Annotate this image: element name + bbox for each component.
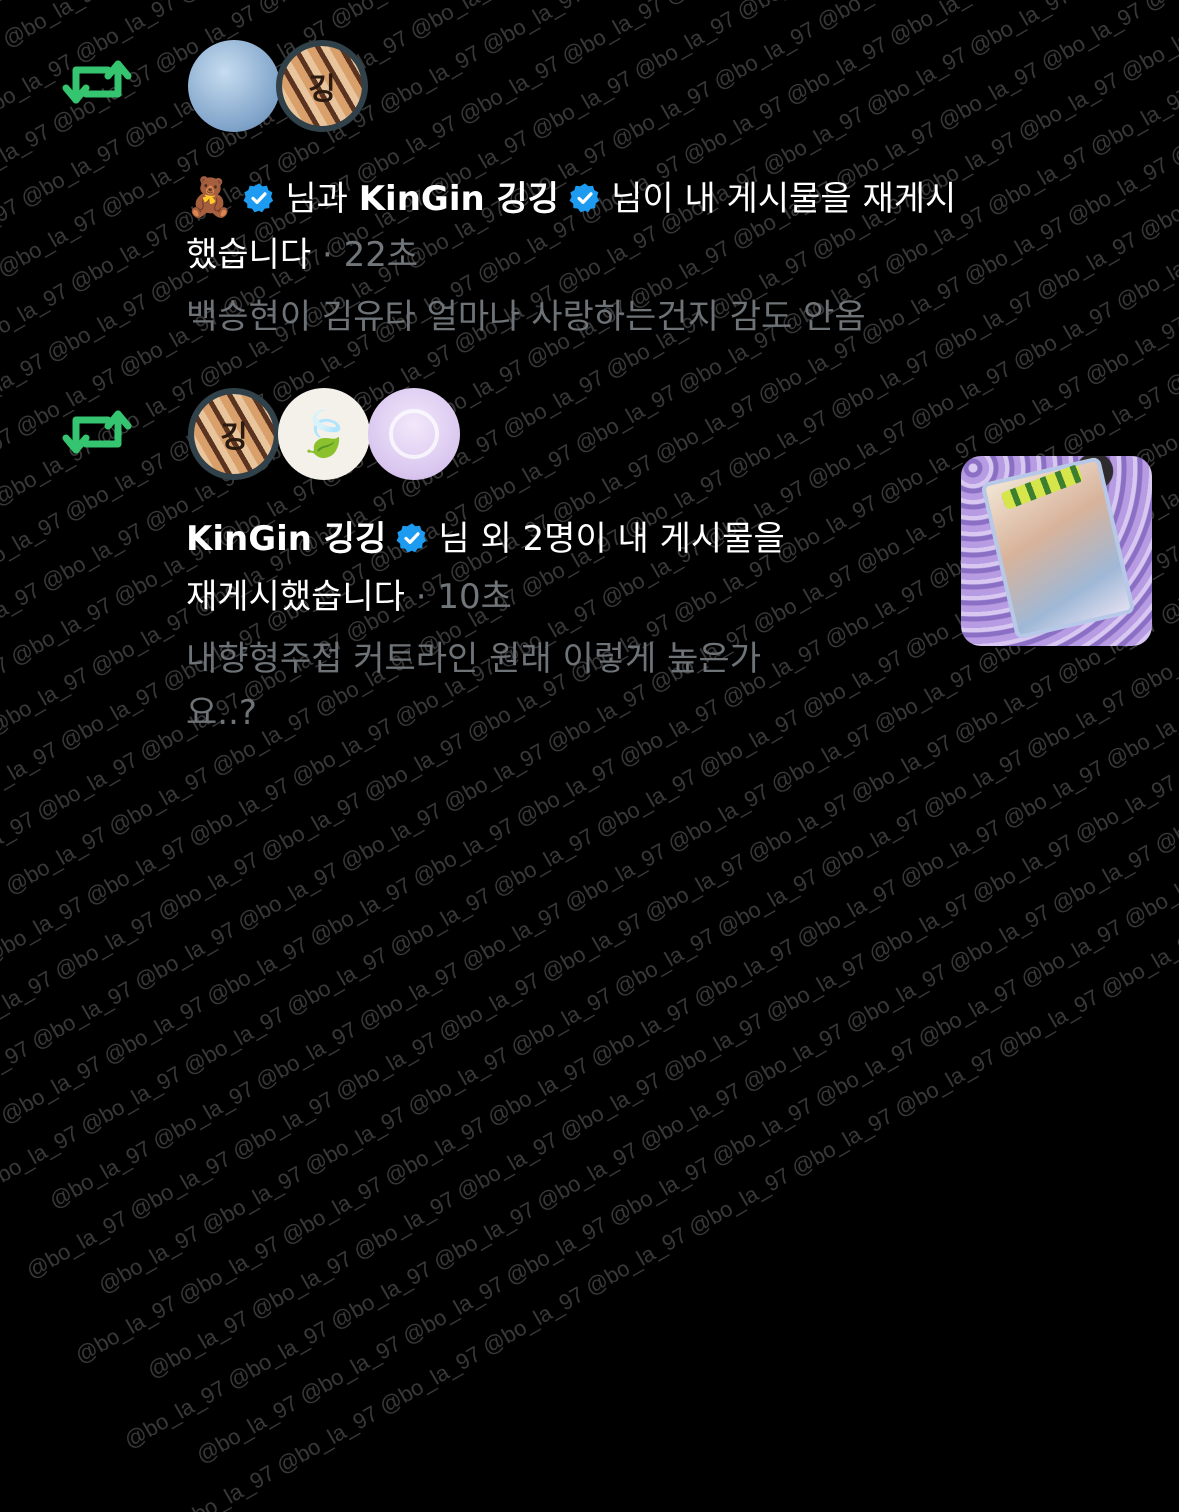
action-text: 님이 내 게시물을 재게시 <box>611 179 957 219</box>
timestamp: 10초 <box>437 577 512 617</box>
tiger-avatar-glyph: 깅 <box>194 394 274 474</box>
default-avatar-icon <box>389 409 439 459</box>
tea-leaf-icon: 🍃 <box>296 409 352 460</box>
notification-text-line2: 했습니다 · 22초 <box>186 232 418 278</box>
headband-detail <box>1000 463 1084 511</box>
timestamp: 22초 <box>343 235 419 275</box>
actor-name[interactable]: KinGin 깅깅 <box>186 519 386 559</box>
avatar[interactable] <box>188 40 280 132</box>
action-text-cont: 했습니다 <box>186 235 312 275</box>
verified-badge-icon <box>243 183 274 213</box>
repost-icon <box>62 60 132 104</box>
avatar[interactable]: 깅 <box>276 40 368 132</box>
action-text-cont: 재게시했습니다 <box>186 577 405 617</box>
separator-dot: · <box>321 235 333 275</box>
connector-text: 님과 <box>285 179 348 219</box>
post-preview-text-line1: 내향형주접 커트라인 원래 이렇게 높은가 <box>186 639 761 679</box>
action-text: 님 외 2명이 내 게시물을 <box>438 519 785 559</box>
photocard-image <box>980 456 1136 640</box>
post-preview-text-line2: 요..? <box>186 693 257 733</box>
notification-text-line1: KinGin 깅깅 님 외 2명이 내 게시물을 <box>186 516 785 562</box>
repost-icon <box>62 410 132 454</box>
actor-name[interactable]: KinGin 깅깅 <box>359 179 559 219</box>
tiger-avatar-glyph: 깅 <box>282 46 362 126</box>
notification-text-line1: 🧸 님과 KinGin 깅깅 님이 내 게시물을 재게시 <box>186 174 956 222</box>
avatar[interactable] <box>368 388 460 480</box>
separator-dot: · <box>415 577 427 617</box>
teddy-bear-icon[interactable]: 🧸 <box>186 175 233 219</box>
verified-badge-icon <box>396 523 427 553</box>
notification-repost-1[interactable]: 깅 🧸 님과 KinGin 깅깅 님이 내 게시물을 재게시 했습니다 · 22초 … <box>0 0 1179 360</box>
post-thumbnail-image[interactable] <box>961 456 1152 646</box>
avatar[interactable]: 깅 <box>188 388 280 480</box>
notification-text-line2: 재게시했습니다 · 10초 <box>186 574 512 620</box>
verified-badge-icon <box>569 183 600 213</box>
post-preview-text: 백승현이 김유타 얼마나 사랑하는건지 감도 안옴 <box>186 297 866 337</box>
avatar[interactable]: 🍃 <box>278 388 370 480</box>
